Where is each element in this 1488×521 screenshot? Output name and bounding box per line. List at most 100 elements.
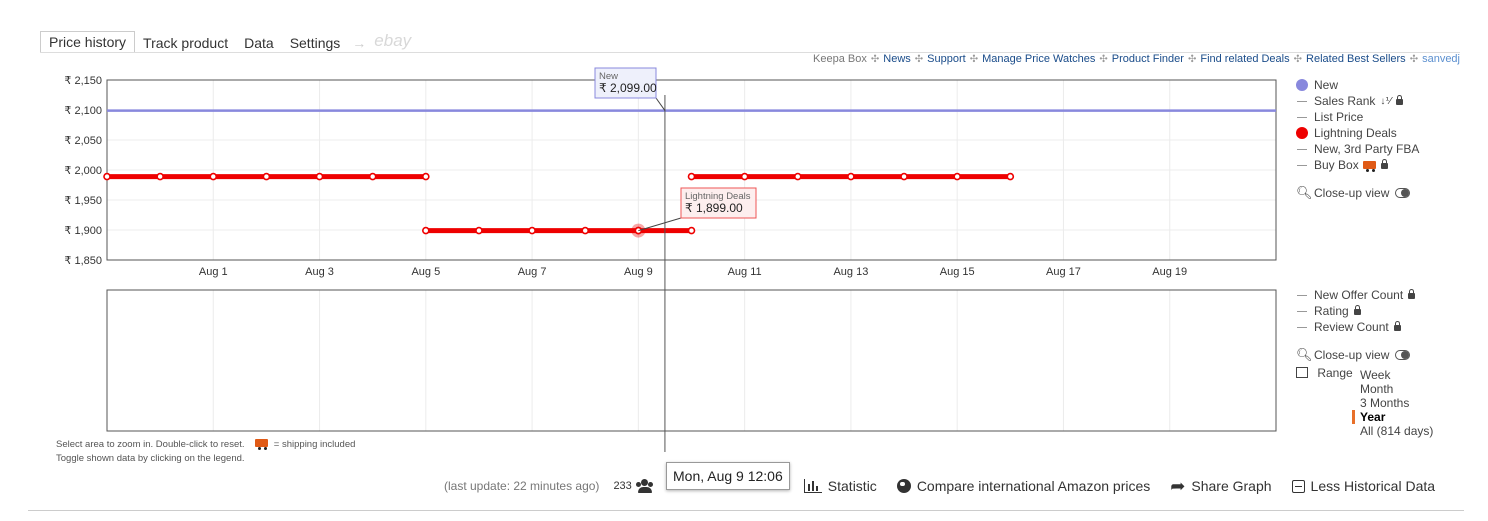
legend-label: Review Count (1314, 320, 1389, 334)
data-point (953, 172, 961, 181)
legend-label: List Price (1314, 110, 1364, 124)
chart-instructions: Select area to zoom in. Double-click to … (56, 438, 355, 466)
y-tick-label: ₹ 2,000 (64, 165, 102, 177)
tooltip-new-connector (655, 97, 666, 111)
bar-chart-icon (803, 479, 822, 493)
lock-icon (1380, 159, 1388, 169)
legend-label: Buy Box (1314, 158, 1359, 172)
calendar-icon (1296, 367, 1308, 378)
legend-dash (1297, 116, 1307, 118)
x-tick-label: Aug 7 (518, 266, 547, 278)
data-point (103, 172, 111, 181)
x-tick-label: Aug 9 (624, 266, 653, 278)
shipping-hint: = shipping included (273, 439, 356, 450)
legend-item-new[interactable]: New (1296, 77, 1419, 93)
x-tick-label: Aug 15 (940, 266, 975, 278)
data-point (1006, 172, 1015, 181)
data-point (262, 172, 271, 181)
legend-price: New Sales Rank ↓⅟ List Price Lightning D… (1296, 77, 1419, 201)
minus-box-icon (1291, 479, 1305, 493)
range-option-month[interactable]: Month (1360, 382, 1433, 396)
truck-icon (255, 439, 269, 450)
lock-icon (1396, 95, 1404, 105)
legend-item-rating[interactable]: Rating (1296, 303, 1415, 319)
compare-label: Compare international Amazon prices (916, 478, 1151, 494)
range-option-year[interactable]: Year (1351, 410, 1433, 424)
toggle-icon[interactable] (1395, 350, 1411, 360)
data-point (528, 226, 536, 235)
last-update-text: (last update: 22 minutes ago) (444, 479, 600, 493)
share-label: Share Graph (1191, 478, 1272, 494)
data-point (209, 172, 218, 181)
data-point (847, 172, 855, 181)
x-tick-label: Aug 3 (305, 266, 334, 278)
legend-item-lightning-deals[interactable]: Lightning Deals (1296, 125, 1419, 141)
footer-divider (28, 510, 1464, 511)
data-point (422, 172, 430, 181)
legend-item-buy-box[interactable]: Buy Box (1296, 157, 1419, 173)
data-point (687, 172, 696, 181)
range-option-3-months[interactable]: 3 Months (1360, 396, 1433, 410)
data-point (740, 172, 749, 181)
search-icon: 🔍︎ (1296, 185, 1313, 200)
legend-item-review-count[interactable]: Review Count (1296, 319, 1415, 335)
legend-dash (1297, 100, 1307, 102)
people-icon (636, 479, 654, 493)
data-point (687, 226, 696, 235)
zoom-hint: Select area to zoom in. Double-click to … (56, 439, 245, 450)
count-plot-frame (106, 289, 1277, 432)
x-tick-label: Aug 17 (1046, 266, 1081, 278)
truck-icon (1362, 161, 1376, 172)
legend-label: New (1314, 78, 1339, 92)
x-tick-label: Aug 19 (1152, 266, 1187, 278)
closeup-view-toggle-counts[interactable]: 🔍︎ Close-up view (1296, 347, 1415, 363)
legend-dash (1297, 148, 1307, 150)
legend-item-sales-rank[interactable]: Sales Rank ↓⅟ (1296, 93, 1419, 109)
legend-item-list-price[interactable]: List Price (1296, 109, 1419, 125)
statistic-button[interactable]: Statistic (803, 478, 877, 494)
globe-icon (896, 479, 911, 493)
legend-item-new-offer-count[interactable]: New Offer Count (1296, 287, 1416, 303)
y-tick-label: ₹ 2,150 (64, 75, 102, 87)
data-point (156, 172, 164, 181)
y-tick-label: ₹ 2,050 (64, 135, 102, 147)
legend-dash (1297, 310, 1307, 312)
toggle-icon[interactable] (1395, 188, 1411, 198)
lock-icon (1353, 305, 1361, 315)
less-label: Less Historical Data (1310, 478, 1436, 494)
range-option-all[interactable]: All (814 days) (1360, 424, 1433, 438)
closeup-view-toggle-price[interactable]: 🔍︎ Close-up view (1296, 185, 1419, 201)
y-tick-label: ₹ 2,100 (64, 105, 102, 117)
range-label: Range (1317, 366, 1353, 380)
range-options: Week Month 3 Months Year All (814 days) (1351, 368, 1433, 438)
data-point (793, 172, 802, 181)
y-tick-label: ₹ 1,900 (64, 225, 102, 237)
bottom-toolbar: (last update: 22 minutes ago) 233 Statis… (444, 476, 1455, 496)
legend-dot-new (1296, 79, 1308, 91)
legend-item-3rd-party-fba[interactable]: New, 3rd Party FBA (1296, 141, 1419, 157)
legend-counts: New Offer Count Rating Review Count 🔍︎ C… (1296, 287, 1416, 363)
legend-label: New, 3rd Party FBA (1314, 142, 1420, 156)
share-graph-button[interactable]: ➦ Share Graph (1170, 477, 1272, 495)
y-tick-label: ₹ 1,850 (64, 255, 102, 267)
closeup-label: Close-up view (1314, 348, 1390, 362)
legend-label: Rating (1314, 304, 1349, 318)
data-point (422, 226, 430, 235)
legend-dash (1297, 326, 1307, 328)
x-tick-label: Aug 1 (199, 266, 228, 278)
watchers-count: 233 (613, 480, 632, 492)
toggle-hint: Toggle shown data by clicking on the leg… (56, 453, 245, 464)
y-tick-label: ₹ 1,950 (64, 195, 102, 207)
data-point (475, 226, 483, 235)
x-tick-label: Aug 13 (833, 266, 868, 278)
less-historical-data-button[interactable]: Less Historical Data (1291, 478, 1436, 494)
x-tick-label: Aug 5 (411, 266, 440, 278)
legend-label: Sales Rank (1314, 94, 1376, 108)
sort-icon: ↓⅟ (1380, 95, 1392, 107)
tooltip-new-value: ₹ 2,099.00 (599, 81, 657, 95)
statistic-label: Statistic (827, 478, 877, 494)
compare-international-button[interactable]: Compare international Amazon prices (896, 478, 1151, 494)
data-point (315, 172, 324, 181)
legend-label: New Offer Count (1314, 288, 1404, 302)
range-option-week[interactable]: Week (1360, 368, 1433, 382)
